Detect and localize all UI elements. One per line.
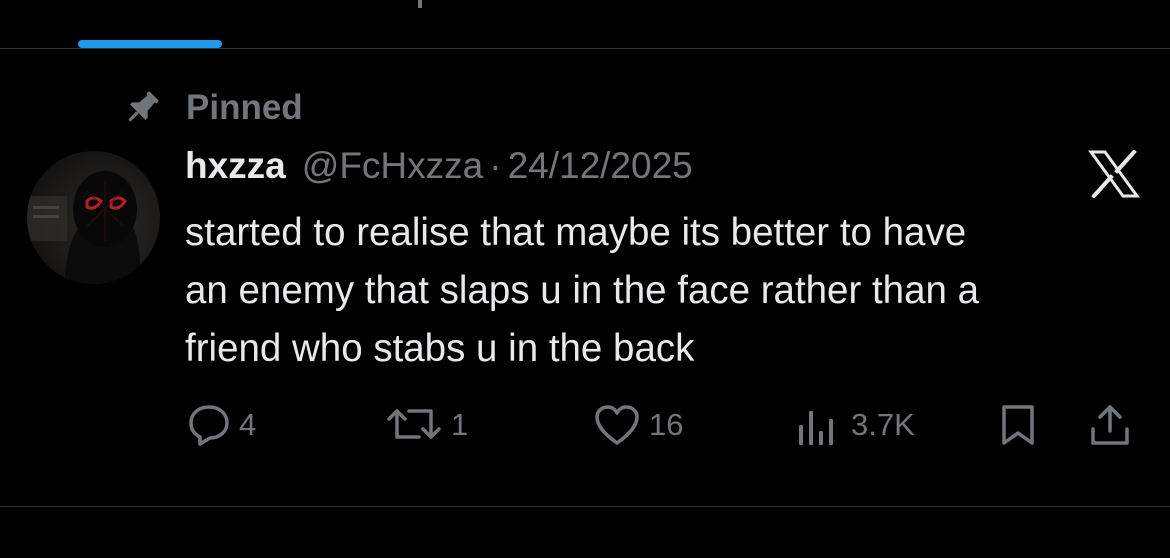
bookmark-icon bbox=[1002, 405, 1034, 445]
tweet-bottom-divider bbox=[0, 506, 1170, 507]
reply-count: 4 bbox=[239, 407, 257, 442]
bookmark-button[interactable] bbox=[998, 400, 1038, 450]
like-button[interactable]: 16 bbox=[593, 400, 683, 450]
repost-icon bbox=[387, 409, 441, 439]
share-button[interactable] bbox=[1088, 400, 1132, 450]
tweet-header: hxzza @FcHxzza · 24/12/2025 bbox=[185, 145, 693, 195]
header-separator: · bbox=[489, 145, 502, 186]
like-count: 16 bbox=[649, 407, 684, 442]
reply-icon bbox=[189, 405, 229, 446]
views-icon bbox=[799, 411, 833, 445]
x-logo-icon bbox=[1088, 150, 1140, 198]
pin-icon bbox=[128, 91, 159, 122]
views-count: 3.7K bbox=[851, 407, 915, 442]
avatar[interactable] bbox=[27, 151, 160, 284]
tab-separator bbox=[418, 0, 422, 8]
repost-count: 1 bbox=[451, 407, 469, 442]
author-handle[interactable]: @FcHxzza bbox=[302, 145, 483, 187]
pinned-label: Pinned bbox=[186, 88, 303, 127]
author-display-name[interactable]: hxzza bbox=[185, 145, 286, 187]
tweet-text: started to realise that maybe its better… bbox=[185, 211, 980, 370]
post-date[interactable]: 24/12/2025 bbox=[508, 145, 693, 187]
share-icon bbox=[1091, 405, 1129, 445]
pinned-indicator: Pinned bbox=[122, 88, 303, 128]
heart-icon bbox=[595, 405, 639, 445]
tab-bar-divider bbox=[0, 48, 1170, 49]
reply-button[interactable]: 4 bbox=[187, 400, 256, 450]
views-button[interactable]: 3.7K bbox=[797, 400, 915, 450]
active-tab-indicator bbox=[78, 40, 222, 48]
repost-button[interactable]: 1 bbox=[385, 400, 468, 450]
avatar-image bbox=[27, 171, 142, 284]
